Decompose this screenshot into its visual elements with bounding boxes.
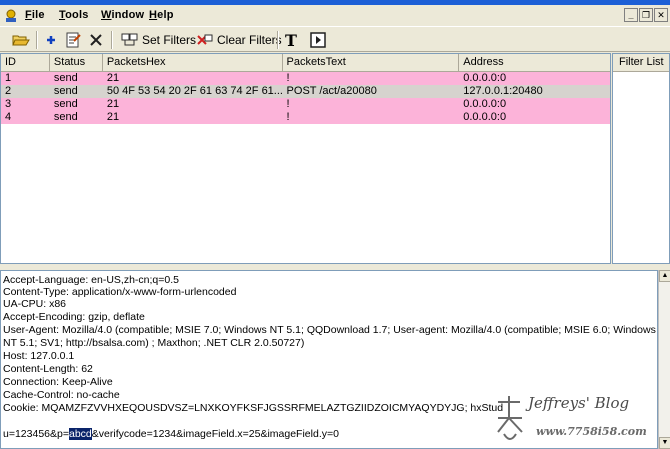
cell-packets-text: POST /act/a20080 bbox=[286, 85, 377, 97]
open-folder-icon bbox=[12, 35, 30, 46]
delete-button[interactable] bbox=[88, 30, 104, 50]
restore-button[interactable]: ❐ bbox=[639, 8, 653, 22]
cell-packets-hex: 21 bbox=[106, 98, 120, 110]
detail-line: Host: 127.0.0.1 bbox=[3, 350, 75, 362]
toolbar: Set Filters Clear Filters T bbox=[0, 26, 670, 52]
cell-id: 3 bbox=[5, 98, 12, 110]
edit-packet-button[interactable] bbox=[64, 30, 82, 50]
column-header-packets-hex[interactable]: PacketsHex bbox=[103, 54, 283, 72]
delete-x-icon bbox=[90, 34, 102, 46]
toolbar-separator bbox=[277, 31, 279, 49]
detail-line: NT 5.1; SV1; http://bsalsa.com) ; Maxtho… bbox=[3, 337, 305, 349]
cell-status: send bbox=[53, 111, 78, 123]
play-button[interactable] bbox=[310, 30, 326, 50]
set-filters-icon bbox=[121, 33, 138, 46]
detail-line: Content-Type: application/x-www-form-url… bbox=[3, 286, 237, 298]
add-button[interactable] bbox=[45, 30, 57, 50]
menu-help[interactable]: Help bbox=[149, 9, 174, 21]
filter-list-title: Filter List bbox=[613, 54, 669, 72]
play-icon bbox=[310, 32, 326, 48]
edit-document-icon bbox=[66, 32, 81, 48]
detail-line: Connection: Keep-Alive bbox=[3, 376, 113, 388]
packet-grid: ID Status PacketsHex PacketsText Address… bbox=[0, 53, 611, 264]
toolbar-separator bbox=[36, 31, 38, 49]
open-button[interactable] bbox=[12, 30, 30, 50]
close-button[interactable]: ✕ bbox=[654, 8, 668, 22]
cell-address: 0.0.0.0:0 bbox=[463, 72, 507, 84]
watermark-figure-icon bbox=[497, 396, 523, 440]
cell-id: 2 bbox=[5, 85, 12, 97]
cell-packets-text: ! bbox=[286, 98, 290, 110]
table-row[interactable]: 4 send 21 ! 0.0.0.0:0 bbox=[1, 111, 610, 124]
detail-line: Accept-Language: en-US,zh-cn;q=0.5 bbox=[3, 274, 179, 286]
cell-status: send bbox=[53, 98, 78, 110]
column-header-packets-text[interactable]: PacketsText bbox=[283, 54, 460, 72]
selected-text[interactable]: abcd bbox=[68, 428, 92, 440]
detail-body-line: u=123456&p=abcd&verifycode=1234&imageFie… bbox=[3, 428, 339, 440]
cell-packets-hex: 50 4F 53 54 20 2F 61 63 74 2F 61... bbox=[106, 85, 283, 97]
cell-packets-text: ! bbox=[286, 72, 290, 84]
menu-bar: File Tools Window Help _ ❐ ✕ bbox=[0, 5, 670, 26]
detail-line: Content-Length: 62 bbox=[3, 363, 93, 375]
cell-status: send bbox=[53, 72, 78, 84]
cell-packets-hex: 21 bbox=[106, 111, 120, 123]
column-header-id[interactable]: ID bbox=[1, 54, 50, 72]
body-text-after: &verifycode=1234&imageField.x=25&imageFi… bbox=[91, 428, 339, 440]
filter-list-panel[interactable]: Filter List bbox=[612, 53, 670, 264]
clear-filters-button[interactable]: Clear Filters bbox=[196, 30, 282, 50]
detail-line: Cookie: MQAMZFZVVHXEQOUSDVSZ=LNXKOYFKSFJ… bbox=[3, 402, 504, 414]
set-filters-button[interactable]: Set Filters bbox=[121, 30, 196, 50]
clear-filters-label: Clear Filters bbox=[217, 33, 282, 47]
menu-tools[interactable]: Tools bbox=[59, 9, 89, 21]
detail-line: Accept-Encoding: gzip, deflate bbox=[3, 311, 145, 323]
cell-packets-hex: 21 bbox=[106, 72, 120, 84]
clear-filters-icon bbox=[197, 34, 213, 45]
set-filters-label: Set Filters bbox=[142, 33, 197, 47]
menu-file[interactable]: File bbox=[25, 9, 45, 21]
watermark-url: www.7758i58.com bbox=[536, 425, 647, 438]
detail-line: User-Agent: Mozilla/4.0 (compatible; MSI… bbox=[3, 324, 656, 336]
cell-address: 0.0.0.0:0 bbox=[463, 98, 507, 110]
cell-packets-text: ! bbox=[286, 111, 290, 123]
table-row[interactable]: 2 send 50 4F 53 54 20 2F 61 63 74 2F 61.… bbox=[1, 85, 610, 98]
watermark-title: Jeffreys' Blog bbox=[528, 394, 630, 412]
plus-icon bbox=[47, 36, 55, 44]
detail-line: Cache-Control: no-cache bbox=[3, 389, 120, 401]
cell-address: 127.0.0.1:20480 bbox=[463, 85, 543, 97]
cell-address: 0.0.0.0:0 bbox=[463, 111, 507, 123]
table-row[interactable]: 3 send 21 ! 0.0.0.0:0 bbox=[1, 98, 610, 111]
toolbar-separator bbox=[111, 31, 113, 49]
text-tool-button[interactable]: T bbox=[285, 30, 297, 50]
scroll-up-arrow[interactable]: ▲ bbox=[659, 270, 670, 282]
grid-header: ID Status PacketsHex PacketsText Address bbox=[1, 54, 610, 72]
app-icon[interactable] bbox=[3, 8, 19, 24]
detail-line: UA-CPU: x86 bbox=[3, 298, 67, 310]
cell-id: 4 bbox=[5, 111, 12, 123]
menu-window[interactable]: Window bbox=[101, 9, 144, 21]
column-header-address[interactable]: Address bbox=[459, 54, 610, 72]
cell-id: 1 bbox=[5, 72, 12, 84]
body-text-before: u=123456&p= bbox=[3, 428, 69, 440]
cell-status: send bbox=[53, 85, 78, 97]
table-row[interactable]: 1 send 21 ! 0.0.0.0:0 bbox=[1, 72, 610, 85]
column-header-status[interactable]: Status bbox=[50, 54, 103, 72]
minimize-button[interactable]: _ bbox=[624, 8, 638, 22]
watermark: Jeffreys' Blog www.7758i58.com bbox=[490, 392, 670, 449]
